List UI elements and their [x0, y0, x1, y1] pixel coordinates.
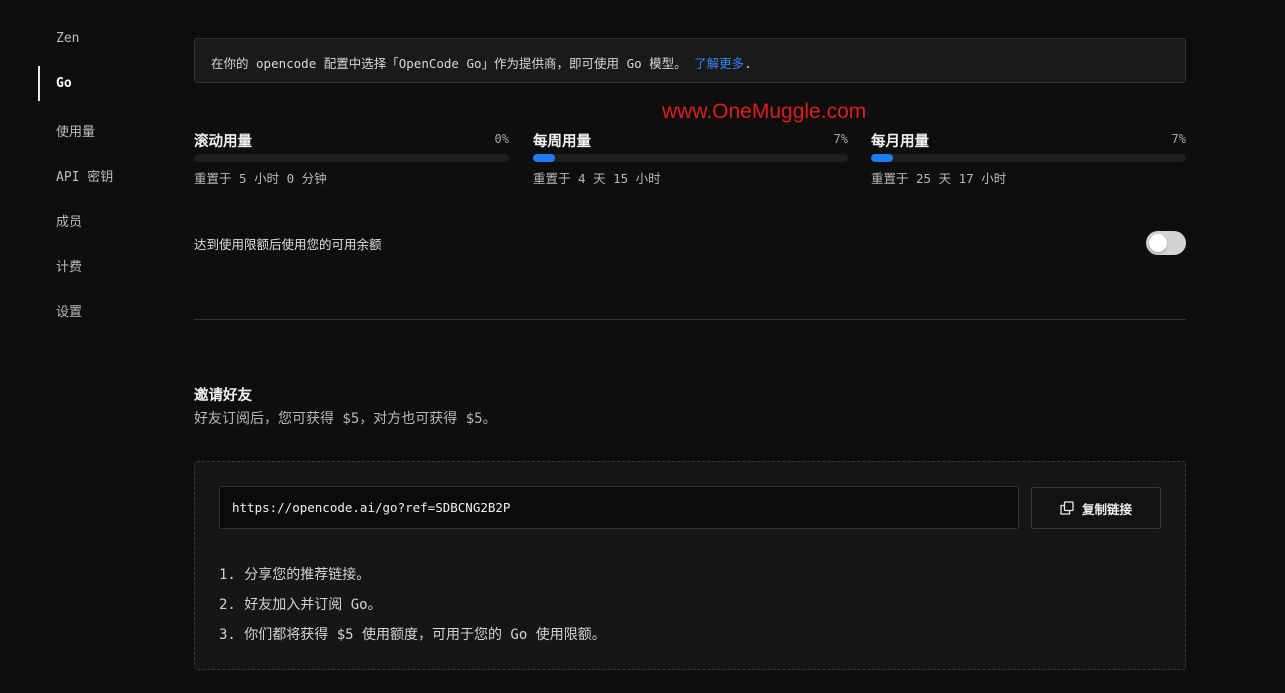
copy-link-button[interactable]: 复制链接: [1031, 487, 1161, 529]
referral-link-input[interactable]: [219, 486, 1019, 529]
invite-step: 2. 好友加入并订阅 Go。: [219, 597, 382, 613]
use-balance-label: 达到使用限额后使用您的可用余额: [194, 237, 382, 252]
provider-notice: 在你的 opencode 配置中选择「OpenCode Go」作为提供商，即可使…: [194, 38, 1186, 83]
use-balance-toggle[interactable]: [1146, 231, 1186, 255]
copy-icon: [1060, 501, 1074, 515]
usage-title: 每月用量: [871, 134, 929, 150]
invite-description: 好友订阅后，您可获得 $5，对方也可获得 $5。: [194, 411, 497, 427]
usage-progress-bar: [194, 154, 509, 162]
usage-percent: 7%: [1171, 132, 1186, 146]
usage-reset-time: 重置于 25 天 17 小时: [871, 171, 1007, 186]
usage-progress-fill: [533, 154, 556, 162]
usage-progress-bar: [871, 154, 1186, 162]
invite-step: 1. 分享您的推荐链接。: [219, 567, 371, 583]
usage-reset-time: 重置于 5 小时 0 分钟: [194, 171, 327, 186]
watermark: www.OneMuggle.com: [662, 100, 867, 123]
copy-link-label: 复制链接: [1081, 501, 1132, 517]
sidebar: Zen Go 使用量 API 密钥 成员 计费 设置: [0, 0, 180, 693]
sidebar-item-billing[interactable]: 计费: [56, 256, 82, 275]
usage-title: 滚动用量: [194, 134, 252, 150]
active-nav-indicator: [38, 66, 40, 101]
toggle-knob: [1149, 234, 1167, 252]
sidebar-item-members[interactable]: 成员: [56, 211, 82, 230]
usage-progress-bar: [533, 154, 848, 162]
usage-percent: 7%: [833, 132, 848, 146]
notice-suffix: .: [744, 56, 752, 71]
usage-weekly: 每周用量 7% 重置于 4 天 15 小时: [533, 130, 848, 186]
usage-monthly: 每月用量 7% 重置于 25 天 17 小时: [871, 130, 1186, 186]
usage-reset-time: 重置于 4 天 15 小时: [533, 171, 661, 186]
usage-percent: 0%: [494, 132, 509, 146]
sidebar-item-go[interactable]: Go: [56, 76, 72, 91]
usage-title: 每周用量: [533, 134, 591, 150]
learn-more-link[interactable]: 了解更多: [694, 56, 744, 71]
notice-text: 在你的 opencode 配置中选择「OpenCode Go」作为提供商，即可使…: [211, 56, 695, 71]
invite-step: 3. 你们都将获得 $5 使用额度，可用于您的 Go 使用限额。: [219, 627, 606, 643]
section-divider: [194, 319, 1186, 320]
invite-title: 邀请好友: [194, 388, 252, 404]
usage-progress-fill: [871, 154, 894, 162]
sidebar-item-api-keys[interactable]: API 密钥: [56, 166, 113, 185]
usage-rolling: 滚动用量 0% 重置于 5 小时 0 分钟: [194, 130, 509, 186]
sidebar-item-settings[interactable]: 设置: [56, 301, 82, 320]
sidebar-item-usage[interactable]: 使用量: [56, 121, 95, 140]
sidebar-item-zen[interactable]: Zen: [56, 31, 79, 46]
